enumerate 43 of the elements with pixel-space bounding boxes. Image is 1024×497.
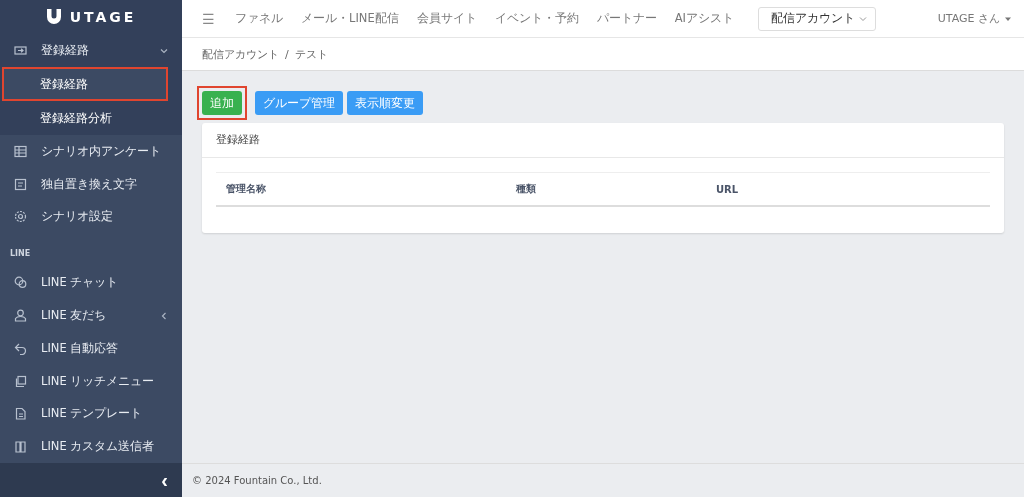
nav-link[interactable]: ファネル bbox=[235, 11, 283, 26]
breadcrumb-separator: / bbox=[285, 47, 289, 61]
chat-icon bbox=[14, 276, 27, 290]
copy-icon bbox=[14, 374, 27, 388]
entry-icon bbox=[14, 44, 27, 57]
breadcrumb-item: テスト bbox=[294, 46, 328, 62]
sidebar-item[interactable]: LINE 自動応答 bbox=[0, 331, 182, 365]
sidebar-item[interactable]: シナリオ内アンケート bbox=[0, 135, 182, 168]
person-icon bbox=[14, 309, 27, 322]
file-icon bbox=[14, 407, 27, 421]
column-header: 種類 bbox=[516, 182, 537, 196]
account-select[interactable]: 配信アカウント bbox=[757, 6, 876, 31]
nav-link[interactable]: メール・LINE配信 bbox=[301, 11, 399, 26]
document-icon bbox=[14, 177, 27, 191]
sidebar-item[interactable]: LINE リッチメニュー bbox=[0, 364, 182, 398]
sidebar-item[interactable]: LINE テンプレート bbox=[0, 397, 182, 431]
nav-link[interactable]: 会員サイト bbox=[416, 11, 477, 26]
settings-icon bbox=[14, 210, 27, 224]
sidebar-item[interactable]: 独自置き換え文字 bbox=[0, 167, 182, 201]
column-header: URL bbox=[716, 183, 740, 195]
sidebar-item[interactable]: LINE 友だち bbox=[0, 299, 182, 332]
logo-icon bbox=[45, 8, 62, 26]
reply-icon bbox=[14, 341, 27, 355]
user-menu[interactable]: UTAGE さん bbox=[937, 11, 1000, 26]
table-icon bbox=[14, 144, 27, 158]
sidebar-item[interactable]: 登録経路 bbox=[0, 34, 182, 67]
column-header: 管理名称 bbox=[226, 182, 267, 196]
breadcrumb-item[interactable]: 配信アカウント bbox=[202, 46, 279, 62]
collapse-button[interactable]: ‹ bbox=[161, 468, 168, 492]
chevron-icon bbox=[858, 14, 867, 23]
section-header: LINE bbox=[9, 248, 32, 261]
logo-text: UTAGE bbox=[69, 9, 137, 25]
sidebar-item[interactable]: LINE カスタム送信者 bbox=[0, 430, 182, 463]
nav-link[interactable]: イベント・予約 bbox=[494, 11, 579, 26]
sidebar-subitem[interactable]: 登録経路分析 bbox=[0, 101, 182, 135]
sidebar-subitem[interactable]: 登録経路 bbox=[2, 67, 168, 101]
book-icon bbox=[14, 440, 27, 454]
sidebar-item[interactable]: シナリオ設定 bbox=[0, 200, 182, 234]
sidebar-item[interactable]: LINE チャット bbox=[0, 266, 182, 300]
card-title: 登録経路 bbox=[202, 123, 1004, 158]
nav-link[interactable]: パートナー bbox=[596, 11, 657, 26]
footer-text: © 2024 Fountain Co., Ltd. bbox=[182, 463, 1024, 497]
nav-link[interactable]: AIアシスト bbox=[674, 11, 734, 26]
